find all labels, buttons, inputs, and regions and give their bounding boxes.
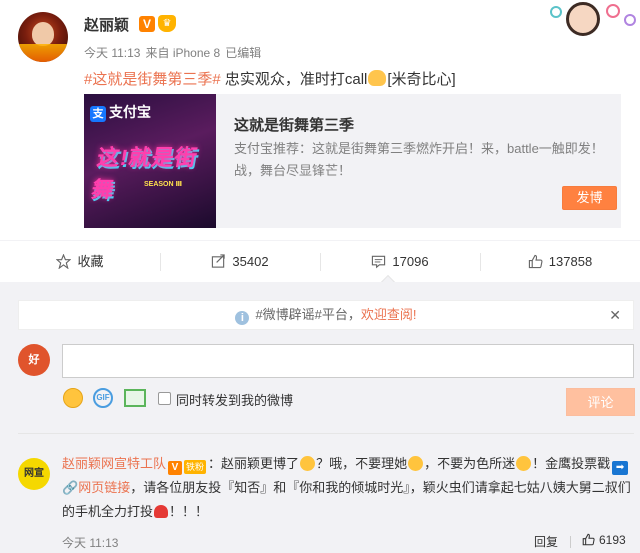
favorite-button[interactable]: 收藏 xyxy=(0,241,160,283)
repost-checkbox[interactable] xyxy=(158,392,171,405)
comment-part: ？哦，不要理她 xyxy=(316,456,408,471)
post-meta: 今天 11:13 来自 iPhone 8 已编辑 xyxy=(84,44,266,61)
card-image[interactable]: 支支付宝 这!就是街舞 SEASON Ⅲ xyxy=(84,94,216,228)
sticker-bubble xyxy=(550,6,562,18)
crown-badge-icon: ♛ xyxy=(158,15,176,32)
close-icon[interactable]: ✕ xyxy=(609,301,621,329)
mickey-heart-emoji-icon xyxy=(368,70,387,86)
comment-part: ，不要为色所迷 xyxy=(424,456,516,471)
favorite-label: 收藏 xyxy=(77,254,104,269)
commenter-avatar[interactable]: 网宣 xyxy=(18,458,50,490)
comment-like-button[interactable]: 6193 xyxy=(582,533,626,547)
rumor-notice: i #微博辟谣#平台，欢迎查阅! ✕ xyxy=(18,300,634,330)
notice-text: #微博辟谣#平台， xyxy=(255,307,361,322)
heart-emoji-icon xyxy=(154,505,169,518)
commenter-name[interactable]: 赵丽颖网宣特工队 xyxy=(62,456,166,471)
topic-link[interactable]: #这就是街舞第三季# xyxy=(84,71,221,88)
sticker-bubble xyxy=(624,14,636,26)
verified-badge: V xyxy=(168,461,183,475)
comment-part: ，请各位朋友投『知否』和『你和我的倾城时光』，颖火虫们请拿起七姑八姨大舅二叔们的… xyxy=(62,480,631,519)
comment-divider xyxy=(18,433,634,434)
card-title[interactable]: 这就是街舞第三季 xyxy=(234,114,354,135)
promo-card[interactable]: 支支付宝 这!就是街舞 SEASON Ⅲ 这就是街舞第三季 支付宝推荐：这就是街… xyxy=(84,94,621,228)
image-icon[interactable] xyxy=(124,389,146,407)
repost-checkbox-label[interactable]: 同时转发到我的微博 xyxy=(176,390,293,409)
repost-count: 35402 xyxy=(232,254,269,269)
confused-emoji-icon xyxy=(516,456,532,471)
post-source: 来自 iPhone 8 xyxy=(145,46,221,60)
repost-icon xyxy=(212,254,226,268)
thumbs-up-icon xyxy=(528,254,543,269)
comment-action-divider xyxy=(570,536,571,548)
like-count: 137858 xyxy=(548,254,593,269)
verified-badge: V xyxy=(139,16,155,32)
author-avatar[interactable] xyxy=(18,12,68,62)
comment-part: ！！！ xyxy=(169,504,209,519)
submit-comment-button[interactable]: 评论 xyxy=(566,388,635,416)
angry-emoji-icon xyxy=(408,456,424,471)
gif-icon[interactable]: GIF xyxy=(93,388,113,408)
alipay-label: 支付宝 xyxy=(109,104,151,120)
comment-section: i #微博辟谣#平台，欢迎查阅! ✕ 好 GIF 同时转发到我的微博 评论 网宣 … xyxy=(0,282,640,553)
author-name[interactable]: 赵丽颖 xyxy=(84,14,129,35)
notice-link[interactable]: 欢迎查阅! xyxy=(361,307,417,322)
action-bar: 收藏 35402 17096 137858 xyxy=(0,240,640,290)
sticker-bubble xyxy=(606,4,620,18)
arrow-right-icon: ➡ xyxy=(612,461,629,475)
star-icon xyxy=(56,254,72,269)
comment-icon xyxy=(372,255,386,269)
post-text: 忠实观众，准时打call xyxy=(220,71,368,88)
web-link[interactable]: 🔗网页链接 xyxy=(62,480,130,495)
info-icon: i xyxy=(235,311,250,325)
comment-part: ！金鹰投票戳 xyxy=(532,456,611,471)
season-label: SEASON Ⅲ xyxy=(144,181,183,188)
comment-colon: ： xyxy=(208,456,222,471)
alipay-brand: 支支付宝 xyxy=(90,102,151,122)
comment-input[interactable] xyxy=(62,344,634,378)
decoration-sticker xyxy=(548,0,640,36)
card-description: 支付宝推荐：这就是街舞第三季燃炸开启！来，battle一触即发！战，舞台尽显锋芒… xyxy=(234,141,604,178)
weibo-post: 赵丽颖 V ♛ 今天 11:13 来自 iPhone 8 已编辑 #这就是街舞第三季… xyxy=(0,0,640,240)
comment-text: 赵丽颖网宣特工队 V 铁粉 ：赵丽颖更博了 ？哦，不要理她 ，不要为色所迷 ！金鹰投票戳 ➡ … xyxy=(62,452,634,524)
avatar-face xyxy=(32,22,54,46)
thumbs-up-icon xyxy=(582,533,595,546)
comment-time: 今天 11:13 xyxy=(62,536,119,550)
comment-like-count: 6193 xyxy=(599,533,626,547)
alipay-icon: 支 xyxy=(90,106,106,122)
sticker-girl-icon xyxy=(566,2,600,36)
emoji-icon[interactable] xyxy=(63,388,83,408)
repost-button[interactable]: 35402 xyxy=(160,241,320,283)
emoji-label: [米奇比心] xyxy=(387,71,456,88)
like-button[interactable]: 137858 xyxy=(480,241,640,283)
heart-eyes-emoji-icon xyxy=(300,456,316,471)
comment-count: 17096 xyxy=(392,254,429,269)
reply-button[interactable]: 回复 xyxy=(534,533,558,550)
my-avatar[interactable]: 好 xyxy=(18,344,50,376)
fan-badge: 铁粉 xyxy=(184,460,207,474)
post-weibo-button[interactable]: 发博 xyxy=(562,186,617,210)
web-link-label: 网页链接 xyxy=(78,480,131,495)
avatar-flame xyxy=(18,44,68,62)
post-edited[interactable]: 已编辑 xyxy=(225,46,261,60)
comment-button[interactable]: 17096 xyxy=(320,241,480,283)
comment-part: 赵丽颖更博了 xyxy=(221,456,300,471)
post-content: #这就是街舞第三季# 忠实观众，准时打call [米奇比心] xyxy=(84,68,456,89)
post-time[interactable]: 今天 11:13 xyxy=(84,46,140,60)
